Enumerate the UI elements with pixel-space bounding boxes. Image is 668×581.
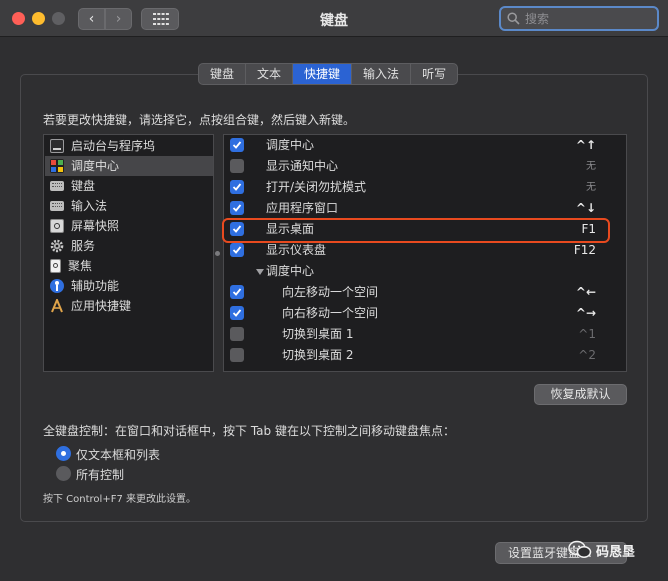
input-method-icon — [50, 201, 64, 211]
shortcut-key[interactable]: ^↓ — [576, 198, 596, 219]
category-input-sources[interactable]: 输入法 — [50, 196, 210, 216]
shortcut-label: 显示仪表盘 — [266, 243, 327, 257]
category-label: 服务 — [71, 239, 96, 253]
category-label: 聚焦 — [68, 259, 93, 273]
checkmark-icon — [232, 246, 242, 254]
shortcut-checkbox[interactable] — [230, 306, 244, 320]
search-field[interactable] — [499, 6, 659, 31]
tab-text[interactable]: 文本 — [246, 64, 294, 84]
tab-keyboard[interactable]: 键盘 — [199, 64, 247, 84]
category-list: 启动台与程序坞 调度中心 键盘 输入法 屏幕快照 服务 聚焦 辅助功能 应用快捷… — [43, 134, 214, 372]
shortcut-row[interactable]: 调度中心 ^↑ — [224, 135, 626, 156]
screenshot-icon — [50, 219, 64, 233]
shortcut-group-label: 调度中心 — [266, 264, 315, 278]
shortcut-key[interactable]: ^↑ — [576, 135, 596, 156]
shortcut-checkbox[interactable] — [230, 201, 244, 215]
wechat-icon — [568, 540, 592, 558]
category-label: 输入法 — [71, 199, 108, 213]
watermark-text: 码恳垦 — [596, 544, 636, 560]
category-launchpad[interactable]: 启动台与程序坞 — [50, 136, 210, 156]
instruction-text: 若要更改快捷键，请选择它，点按组合键，然后键入新键。 — [43, 113, 356, 127]
checkmark-icon — [232, 141, 242, 149]
category-screenshots[interactable]: 屏幕快照 — [50, 216, 210, 236]
radio-all-controls[interactable] — [56, 466, 71, 481]
tab-shortcuts[interactable]: 快捷键 — [293, 64, 353, 84]
category-app-shortcuts[interactable]: 应用快捷键 — [50, 296, 210, 316]
shortcut-checkbox[interactable] — [230, 285, 244, 299]
disclosure-triangle-icon[interactable] — [256, 269, 264, 275]
category-label: 应用快捷键 — [71, 299, 132, 313]
radio-label[interactable]: 仅文本框和列表 — [76, 446, 160, 463]
checkmark-icon — [232, 288, 242, 296]
shortcut-row[interactable]: 显示仪表盘 F12 — [224, 240, 626, 261]
shortcut-row[interactable]: 应用程序窗口 ^↓ — [224, 198, 626, 219]
shortcut-label: 调度中心 — [266, 138, 315, 152]
mission-control-icon — [50, 159, 64, 173]
radio-text-boxes-and-lists[interactable] — [56, 446, 71, 461]
shortcut-label: 打开/关闭勿扰模式 — [266, 180, 367, 194]
shortcut-checkbox[interactable] — [230, 180, 244, 194]
tab-input-sources[interactable]: 输入法 — [352, 64, 412, 84]
shortcut-key[interactable]: ^2 — [578, 345, 596, 366]
keyboard-preferences-window: ‹ › 键盘 键盘 文本 快捷键 输入法 听写 若要更改快捷键 — [0, 0, 668, 581]
gear-icon — [50, 239, 64, 253]
checkmark-icon — [232, 309, 242, 317]
category-mission-control[interactable]: 调度中心 — [45, 156, 213, 176]
app-shortcuts-icon — [50, 297, 64, 313]
checkmark-icon — [232, 204, 242, 212]
tab-dictation[interactable]: 听写 — [411, 64, 457, 84]
category-keyboard[interactable]: 键盘 — [50, 176, 210, 196]
shortcut-row[interactable]: 切换到桌面 1 ^1 — [224, 324, 626, 345]
shortcut-checkbox[interactable] — [230, 348, 244, 362]
title-bar: ‹ › 键盘 — [0, 0, 668, 37]
shortcut-checkbox[interactable] — [230, 243, 244, 257]
category-label: 启动台与程序坞 — [71, 139, 156, 153]
split-view-handle[interactable] — [215, 251, 220, 256]
shortcut-label: 应用程序窗口 — [266, 201, 339, 215]
shortcut-row[interactable]: 切换到桌面 2 ^2 — [224, 345, 626, 366]
shortcut-row[interactable]: 向左移动一个空间 ^← — [224, 282, 626, 303]
category-spotlight[interactable]: 聚焦 — [50, 256, 210, 276]
shortcut-group-row[interactable]: 调度中心 — [224, 261, 626, 282]
accessibility-icon — [50, 279, 64, 293]
search-input[interactable] — [523, 10, 653, 28]
shortcut-key[interactable]: 无 — [586, 177, 596, 198]
shortcut-row[interactable]: 向右移动一个空间 ^→ — [224, 303, 626, 324]
shortcut-key[interactable]: ^1 — [578, 324, 596, 345]
category-services[interactable]: 服务 — [50, 236, 210, 256]
watermark: 码恳垦 — [568, 540, 635, 560]
category-label: 调度中心 — [71, 159, 120, 173]
shortcut-label: 显示通知中心 — [266, 159, 339, 173]
category-accessibility[interactable]: 辅助功能 — [50, 276, 210, 296]
shortcut-checkbox[interactable] — [230, 159, 244, 173]
shortcut-label: 切换到桌面 2 — [282, 348, 354, 362]
restore-defaults-button[interactable]: 恢复成默认 — [534, 384, 627, 405]
keyboard-icon — [50, 181, 64, 191]
shortcut-row[interactable]: 显示通知中心 无 — [224, 156, 626, 177]
full-keyboard-access-description: 全键盘控制：在窗口和对话框中，按下 Tab 键在以下控制之间移动键盘焦点： — [43, 424, 455, 438]
shortcut-checkbox[interactable] — [230, 327, 244, 341]
shortcut-key[interactable]: ^→ — [576, 303, 596, 324]
search-icon — [507, 12, 520, 25]
checkmark-icon — [232, 183, 242, 191]
control-f7-hint: 按下 Control+F7 来更改此设置。 — [43, 494, 196, 505]
shortcut-label: 切换到桌面 1 — [282, 327, 354, 341]
category-label: 键盘 — [71, 179, 96, 193]
category-label: 辅助功能 — [71, 279, 120, 293]
category-label: 屏幕快照 — [71, 219, 120, 233]
shortcut-checkbox[interactable] — [230, 138, 244, 152]
shortcut-key[interactable]: ^← — [576, 282, 596, 303]
shortcut-row[interactable]: 打开/关闭勿扰模式 无 — [224, 177, 626, 198]
spotlight-icon — [50, 259, 61, 273]
launchpad-icon — [50, 139, 64, 153]
shortcut-list: 调度中心 ^↑ 显示通知中心 无 打开/关闭勿扰模式 无 应用程序窗口 ^↓ 显… — [223, 134, 627, 372]
shortcut-key[interactable]: F12 — [574, 240, 596, 261]
shortcut-label: 向左移动一个空间 — [282, 285, 379, 299]
annotation-highlight-box — [222, 218, 610, 243]
shortcut-key[interactable]: 无 — [586, 156, 596, 177]
tab-bar: 键盘 文本 快捷键 输入法 听写 — [198, 63, 459, 85]
radio-label[interactable]: 所有控制 — [76, 466, 124, 483]
shortcut-label: 向右移动一个空间 — [282, 306, 379, 320]
